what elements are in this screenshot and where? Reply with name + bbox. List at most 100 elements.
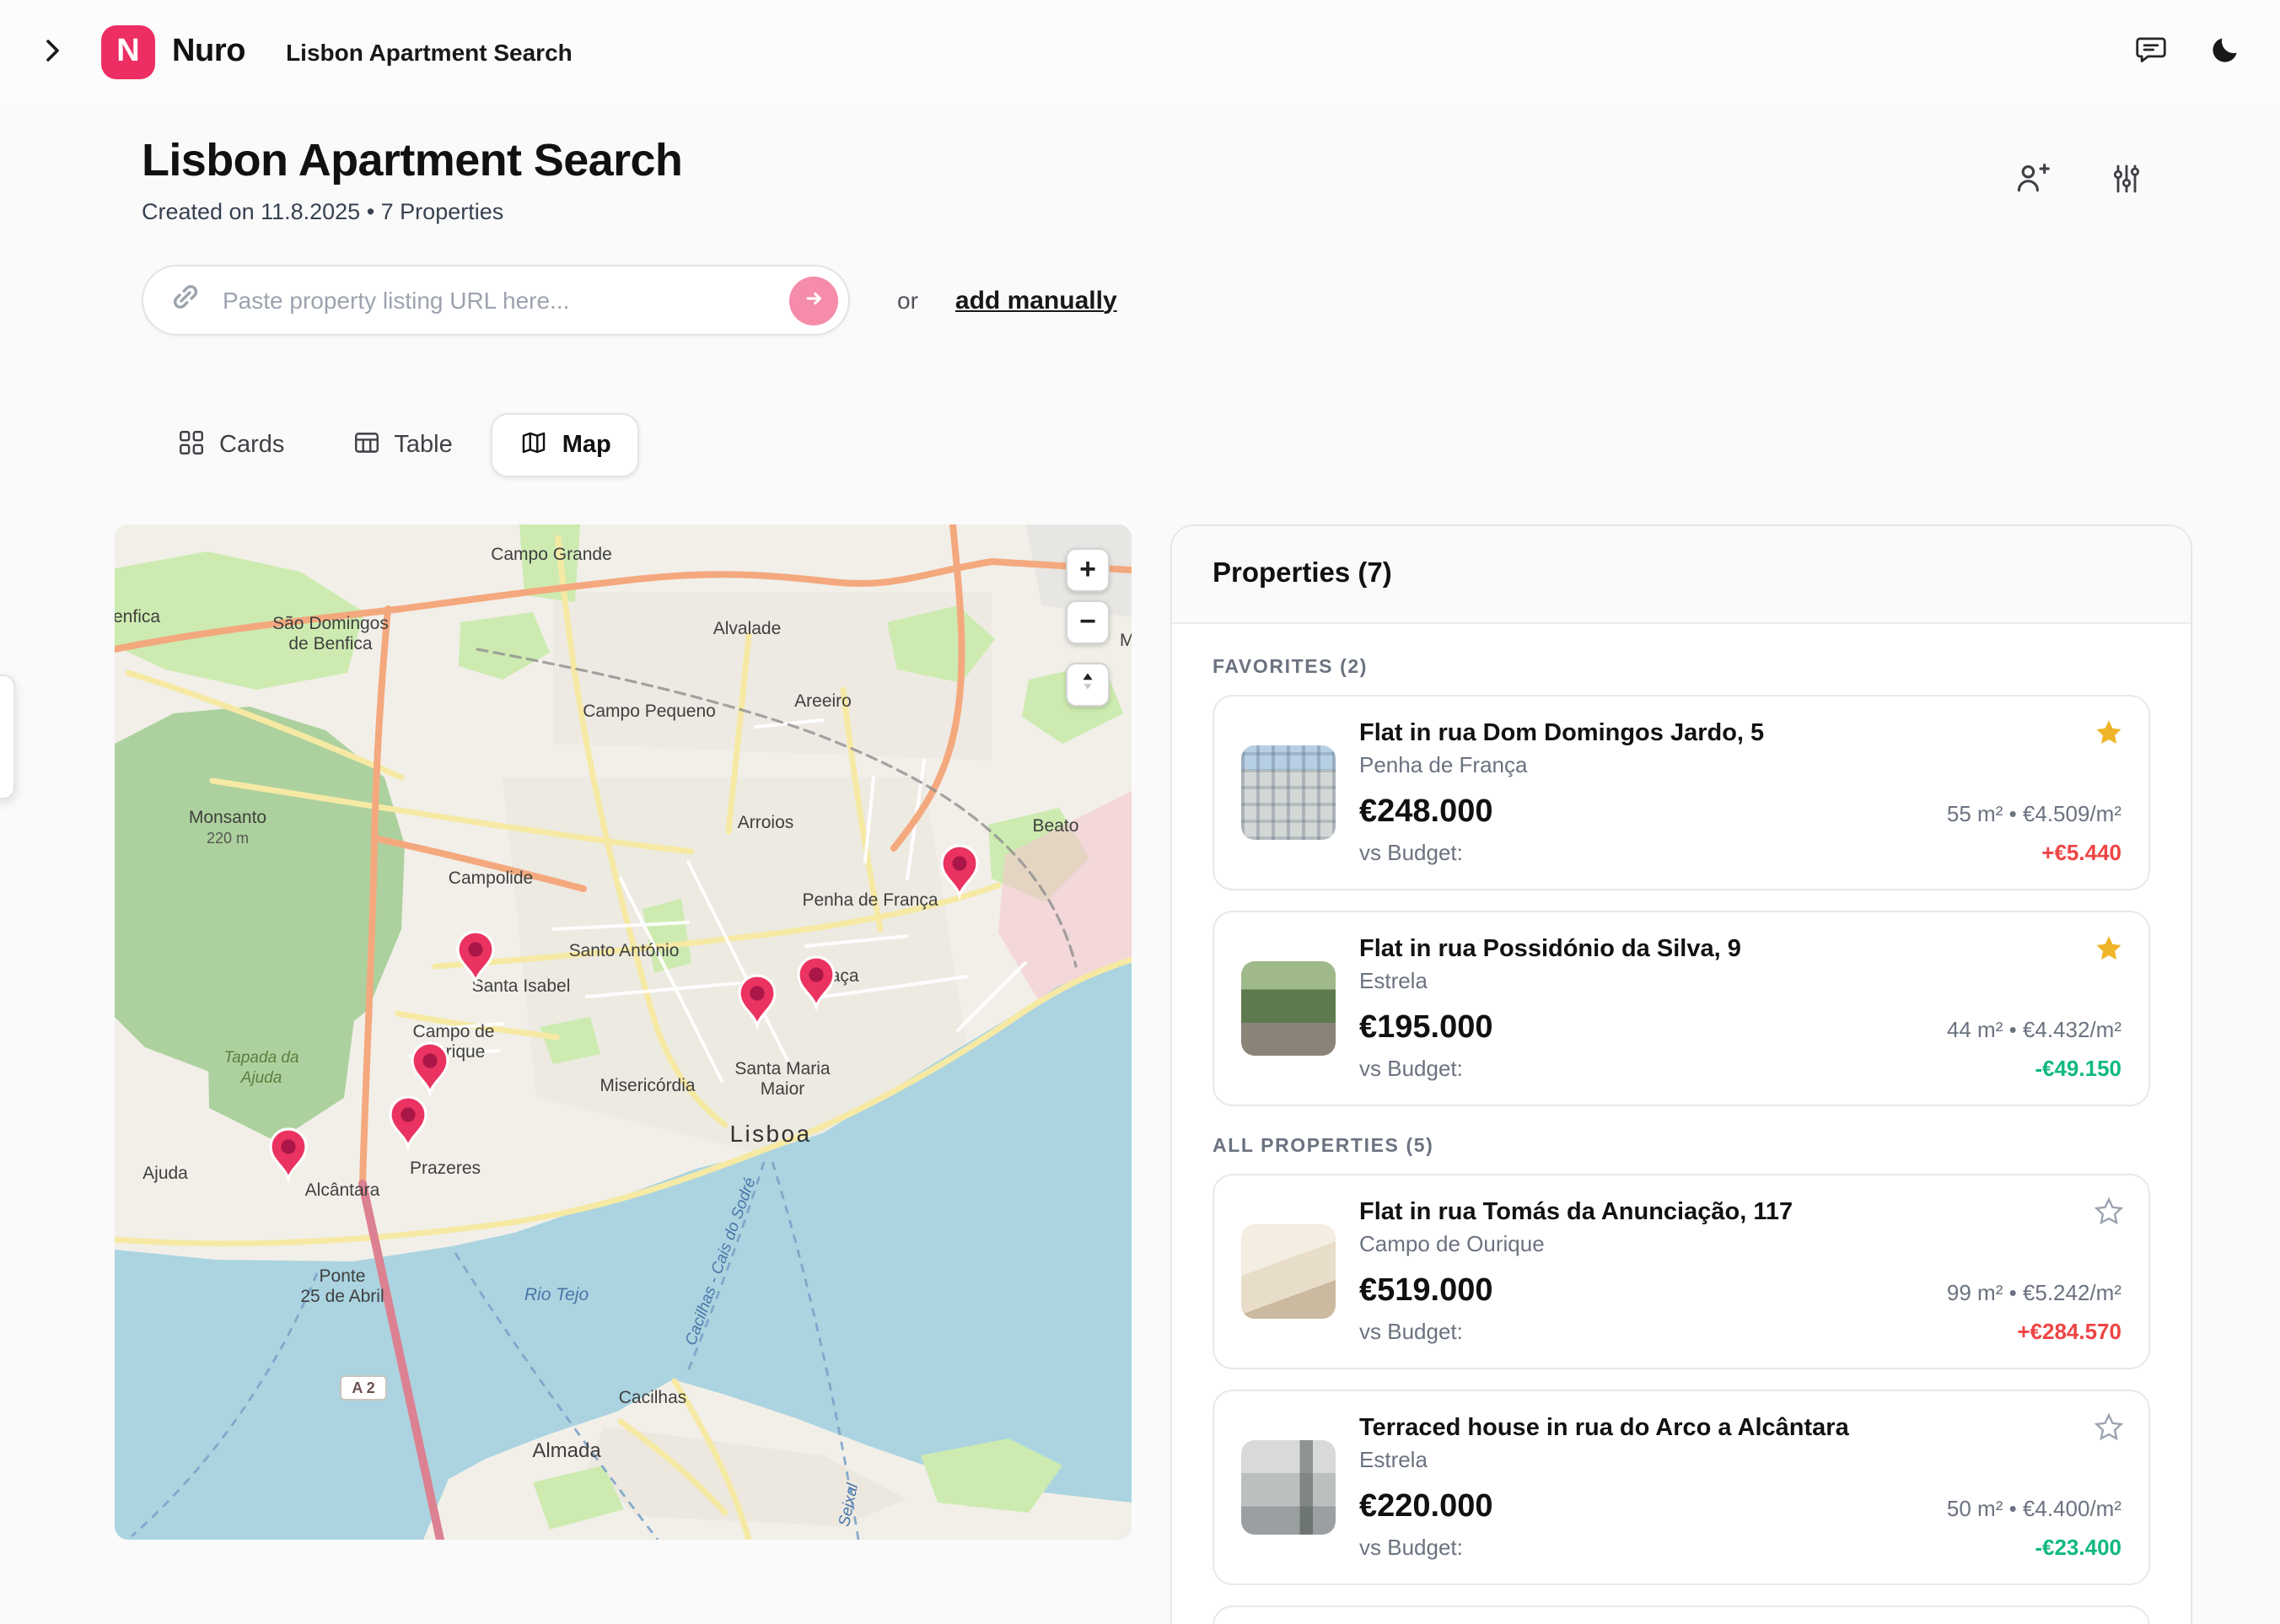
svg-text:Maior: Maior: [761, 1079, 805, 1099]
tab-map[interactable]: Map: [492, 413, 640, 477]
nuro-logo: N: [101, 25, 155, 79]
svg-text:220 m: 220 m: [207, 830, 249, 847]
svg-text:São Domingos: São Domingos: [272, 614, 389, 633]
feedback-button[interactable]: [2125, 27, 2175, 78]
side-drawer-handle[interactable]: [0, 675, 15, 799]
svg-text:25 de Abril: 25 de Abril: [300, 1287, 384, 1306]
property-area: Penha de França: [1359, 752, 2121, 777]
svg-text:Beato: Beato: [1033, 816, 1079, 836]
property-area: Campo de Ourique: [1359, 1231, 2121, 1256]
budget-label: vs Budget:: [1359, 1056, 1463, 1081]
svg-text:Campo Grande: Campo Grande: [491, 545, 612, 564]
sidebar-expand-button[interactable]: [27, 27, 78, 78]
favorites-section-label: FAVORITES (2): [1213, 658, 2150, 678]
map-zoom-out-button[interactable]: −: [1066, 600, 1110, 644]
budget-diff: -€23.400: [2035, 1535, 2121, 1560]
svg-text:Penha de França: Penha de França: [802, 890, 938, 910]
table-icon: [352, 428, 380, 463]
map-tilt-button[interactable]: [1066, 663, 1110, 707]
star-outline-icon: [2092, 1423, 2124, 1449]
property-card[interactable]: T0 in travessa Terreirinho: [1213, 1605, 2150, 1624]
property-size: 44 m² • €4.432/m²: [1947, 1017, 2121, 1042]
all-properties-section-label: ALL PROPERTIES (5): [1213, 1137, 2150, 1157]
property-thumbnail: [1241, 745, 1336, 840]
submit-url-button[interactable]: [789, 276, 838, 325]
tab-cards-label: Cards: [219, 432, 284, 459]
tilt-icon: [1076, 668, 1100, 702]
topbar: N Nuro Lisbon Apartment Search: [0, 0, 2280, 105]
svg-text:Campo de: Campo de: [413, 1022, 495, 1041]
grid-icon: [177, 428, 206, 463]
property-price: €519.000: [1359, 1273, 1493, 1310]
property-price: €220.000: [1359, 1489, 1493, 1526]
favorite-toggle[interactable]: [2091, 1196, 2125, 1229]
svg-text:Alcântara: Alcântara: [305, 1180, 380, 1200]
arrow-right-icon: [800, 284, 827, 316]
favorite-toggle[interactable]: [2091, 933, 2125, 966]
property-title: Flat in rua Dom Domingos Jardo, 5: [1359, 720, 2121, 747]
star-filled-icon: [2092, 944, 2124, 970]
svg-text:Areeiro: Areeiro: [794, 691, 852, 711]
svg-text:de Benfica: de Benfica: [288, 634, 373, 653]
page-subtitle: Created on 11.8.2025 • 7 Properties: [142, 199, 682, 224]
map-canvas[interactable]: A 2 Benfica São Domingos de Benfica Camp…: [115, 524, 1132, 1540]
property-area: Estrela: [1359, 968, 2121, 993]
or-label: or: [897, 287, 918, 314]
share-add-user-button[interactable]: [2007, 155, 2057, 206]
favorite-toggle[interactable]: [2091, 717, 2125, 750]
add-manually-link[interactable]: add manually: [955, 286, 1117, 315]
property-size: 99 m² • €5.242/m²: [1947, 1280, 2121, 1305]
filters-button[interactable]: [2101, 155, 2152, 206]
svg-text:A 2: A 2: [352, 1379, 374, 1396]
moon-icon: [2207, 33, 2241, 72]
map-zoom-in-button[interactable]: +: [1066, 548, 1110, 592]
property-title: Terraced house in rua do Arco a Alcântar…: [1359, 1415, 2121, 1442]
svg-text:Campo Pequeno: Campo Pequeno: [583, 702, 716, 721]
svg-text:Santo António: Santo António: [569, 941, 680, 960]
property-size: 50 m² • €4.400/m²: [1947, 1496, 2121, 1521]
listing-url-box: [142, 265, 850, 336]
property-card[interactable]: Flat in rua Tomás da Anunciação, 117 Cam…: [1213, 1174, 2150, 1369]
properties-panel-title: Properties (7): [1172, 526, 2191, 624]
svg-text:Alvalade: Alvalade: [713, 619, 782, 638]
sliders-icon: [2110, 161, 2143, 200]
property-card[interactable]: Terraced house in rua do Arco a Alcântar…: [1213, 1390, 2150, 1585]
svg-text:Prazeres: Prazeres: [410, 1159, 481, 1178]
topbar-doc-title: Lisbon Apartment Search: [286, 39, 573, 66]
svg-text:Misericórdia: Misericórdia: [600, 1076, 696, 1095]
properties-panel: Properties (7) FAVORITES (2) Flat in rua…: [1170, 524, 2192, 1624]
star-outline-icon: [2092, 1207, 2124, 1233]
tab-table-label: Table: [394, 432, 452, 459]
view-switcher: Cards Table Map: [148, 413, 2189, 477]
property-card[interactable]: Flat in rua Possidónio da Silva, 9 Estre…: [1213, 911, 2150, 1106]
budget-label: vs Budget:: [1359, 1535, 1463, 1560]
property-thumbnail: [1241, 1440, 1336, 1535]
link-icon: [169, 279, 202, 321]
property-size: 55 m² • €4.509/m²: [1947, 801, 2121, 826]
svg-text:Ajuda: Ajuda: [240, 1069, 282, 1087]
tab-cards[interactable]: Cards: [148, 413, 313, 477]
svg-text:Cacilhas: Cacilhas: [619, 1388, 687, 1407]
svg-text:Tapada da: Tapada da: [223, 1049, 298, 1067]
app-root: N Nuro Lisbon Apartment Search Lisbon Ap…: [0, 0, 2280, 1624]
svg-text:Lisboa: Lisboa: [730, 1121, 812, 1147]
dark-mode-toggle[interactable]: [2199, 27, 2250, 78]
property-thumbnail: [1241, 961, 1336, 1056]
chat-bubble-icon: [2132, 32, 2168, 73]
person-add-icon: [2014, 159, 2051, 202]
favorite-toggle[interactable]: [2091, 1412, 2125, 1445]
property-card[interactable]: Flat in rua Dom Domingos Jardo, 5 Penha …: [1213, 695, 2150, 890]
svg-text:Ajuda: Ajuda: [142, 1164, 188, 1183]
star-filled-icon: [2092, 729, 2124, 754]
property-thumbnail: [1241, 1224, 1336, 1319]
svg-text:Monsanto: Monsanto: [189, 808, 266, 827]
listing-url-input[interactable]: [219, 285, 789, 315]
chevron-right-icon: [35, 33, 69, 72]
tab-table[interactable]: Table: [323, 413, 481, 477]
svg-text:Santa Maria: Santa Maria: [734, 1059, 831, 1078]
page-title: Lisbon Apartment Search: [142, 135, 682, 187]
property-area: Estrela: [1359, 1447, 2121, 1472]
svg-text:Rio Tejo: Rio Tejo: [524, 1285, 589, 1304]
svg-text:Santa Isabel: Santa Isabel: [472, 976, 571, 996]
property-price: €195.000: [1359, 1010, 1493, 1047]
